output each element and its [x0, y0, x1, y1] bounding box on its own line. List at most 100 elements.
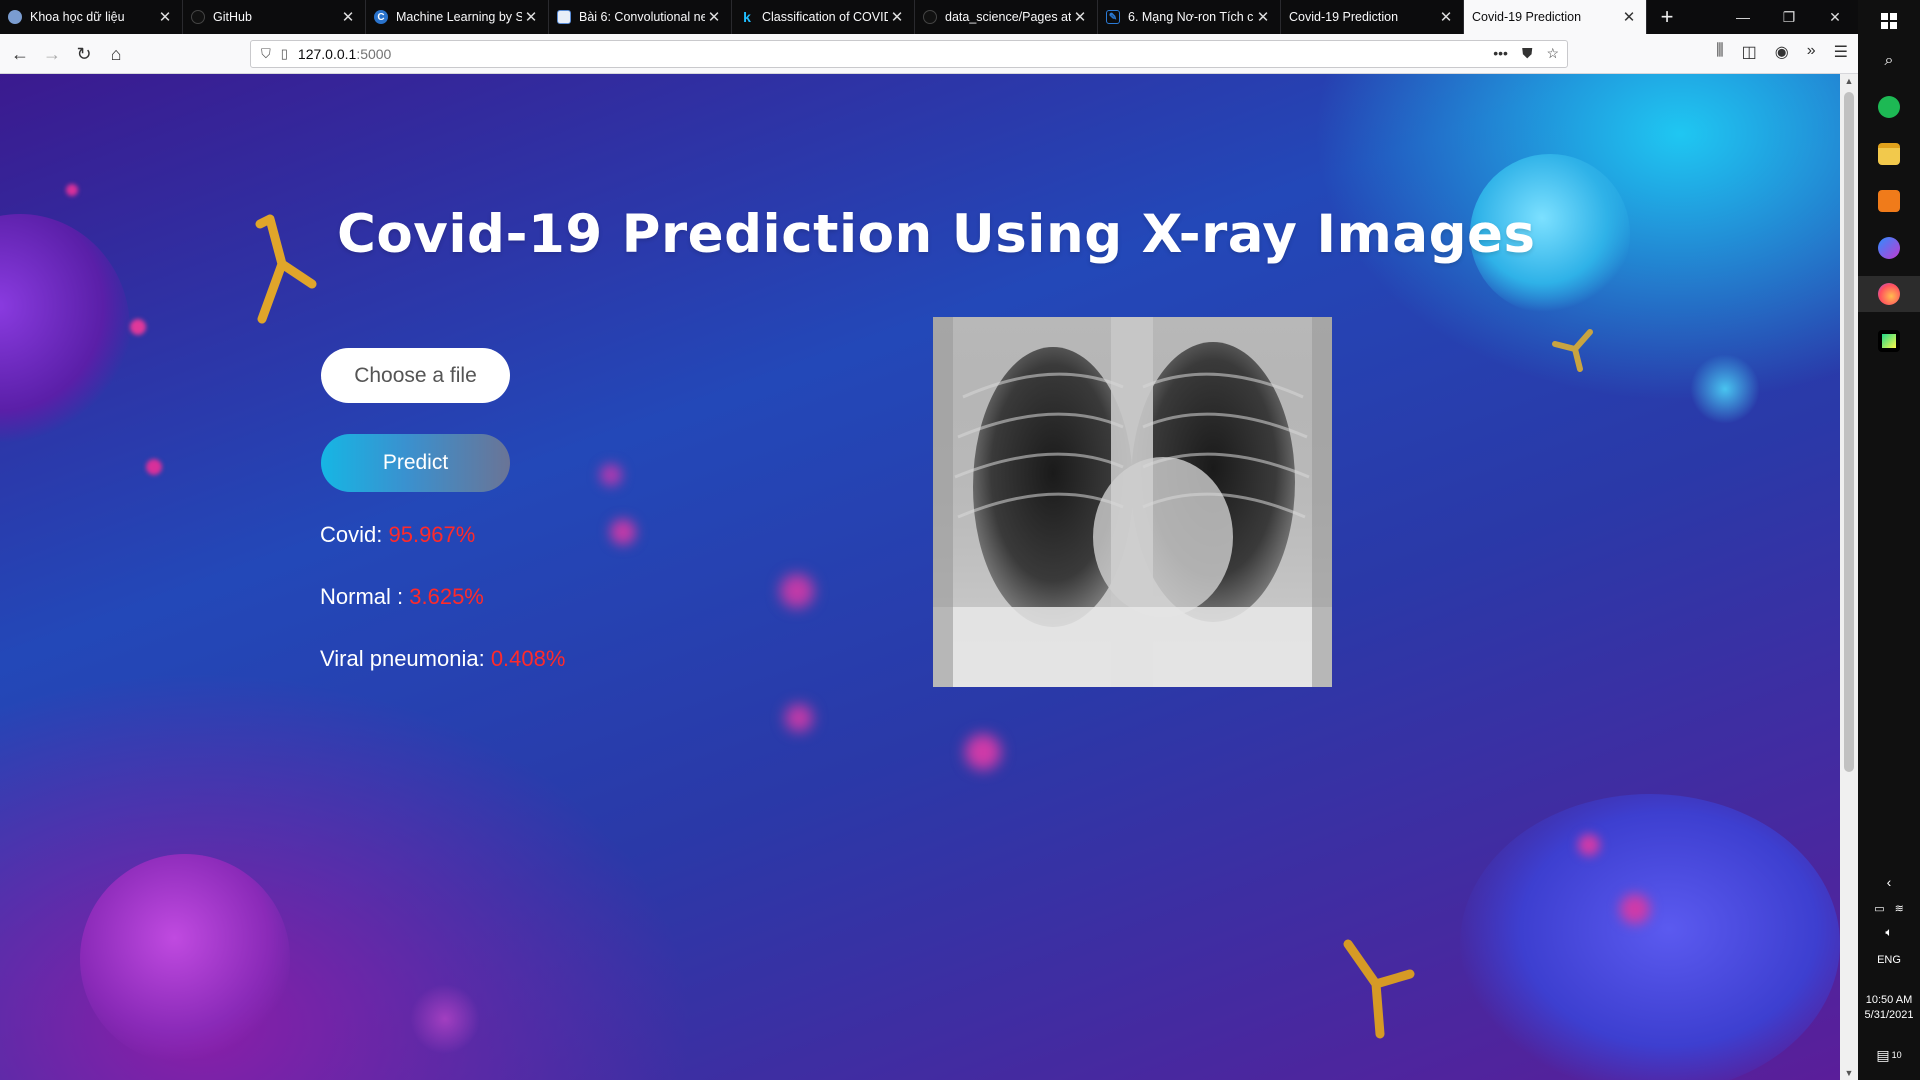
start-button[interactable]	[1858, 8, 1920, 34]
volume-button[interactable]: 🔈︎	[1858, 922, 1920, 942]
taskbar-firefox[interactable]	[1858, 276, 1920, 312]
close-icon[interactable]: ✕	[888, 8, 906, 26]
github-icon	[923, 10, 937, 24]
result-label: Covid:	[320, 522, 389, 547]
choose-file-button[interactable]: Choose a file	[321, 348, 510, 403]
tab-title: data_science/Pages at	[945, 10, 1071, 24]
particle	[130, 319, 146, 335]
close-icon[interactable]: ✕	[1071, 8, 1089, 26]
particle	[785, 704, 813, 732]
pocket-icon[interactable]: ⛊	[1522, 45, 1533, 62]
close-icon[interactable]: ✕	[339, 8, 357, 26]
taskbar-pycharm[interactable]	[1858, 324, 1920, 358]
messenger-icon	[1878, 237, 1900, 259]
restore-button[interactable]: ❐	[1766, 0, 1812, 34]
show-hidden-icons-button[interactable]: ‹	[1858, 870, 1920, 894]
reload-button[interactable]: ↻	[70, 42, 98, 66]
address-bar-actions: ••• ⛊ ☆	[1493, 45, 1559, 62]
close-icon[interactable]: ✕	[156, 8, 174, 26]
predict-button[interactable]: Predict	[321, 434, 510, 492]
particle	[1620, 894, 1650, 924]
firefox-icon	[1878, 283, 1900, 305]
page-scrollbar[interactable]: ▲ ▼	[1840, 74, 1858, 1080]
notification-icon: ▤	[1876, 1046, 1890, 1063]
tab-covid-prediction-active[interactable]: Covid-19 Prediction ✕	[1464, 0, 1647, 34]
tab-title: Bài 6: Convolutional ne	[579, 10, 705, 24]
taskbar-spotify[interactable]	[1858, 92, 1920, 122]
clock-time: 10:50 AM	[1865, 994, 1913, 1006]
language-indicator[interactable]: ENG	[1858, 950, 1920, 970]
nav-bar: ← → ↻ ⌂ ⛉ ▯ 127.0.0.1 :5000 ••• ⛊ ☆ ⫼ ◫ …	[0, 34, 1858, 74]
tab-title: 6. Mạng Nơ-ron Tích c	[1128, 10, 1254, 24]
windows-taskbar: ⌕ ‹ ▭ ≋ 🔈︎ ENG 10:50 AM 5/31/2021 ▤ 10	[1858, 0, 1920, 1080]
new-tab-button[interactable]: +	[1647, 0, 1687, 34]
home-icon: ⌂	[110, 43, 122, 64]
tab-title: GitHub	[213, 10, 252, 24]
close-icon[interactable]: ✕	[1254, 8, 1272, 26]
document-icon	[557, 10, 571, 24]
tab-github[interactable]: GitHub ✕	[183, 0, 366, 34]
close-window-button[interactable]: ✕	[1812, 0, 1858, 34]
page-viewport: Covid-19 Prediction Using X-ray Images C…	[0, 74, 1840, 1080]
page-title: Covid-19 Prediction Using X-ray Images	[337, 204, 1536, 265]
particle	[66, 184, 78, 196]
sidebar-icon[interactable]: ◫	[1742, 42, 1757, 62]
tab-data-science[interactable]: data_science/Pages at ✕	[915, 0, 1098, 34]
language-text: ENG	[1877, 953, 1901, 966]
clock-date: 5/31/2021	[1864, 1009, 1914, 1021]
shield-icon[interactable]: ⛉	[261, 46, 271, 62]
menu-icon[interactable]: ☰	[1834, 42, 1848, 62]
windows-logo-icon	[1881, 13, 1897, 29]
antibody-illustration	[1343, 939, 1415, 1039]
overflow-chevron-icon[interactable]: »	[1807, 42, 1816, 62]
minimize-button[interactable]: —	[1720, 0, 1766, 34]
scroll-down-icon[interactable]: ▼	[1840, 1068, 1858, 1078]
close-icon[interactable]: ✕	[705, 8, 723, 26]
tab-covid-prediction-1[interactable]: Covid-19 Prediction ✕	[1281, 0, 1464, 34]
github-icon	[191, 10, 205, 24]
taskbar-app-orange[interactable]	[1858, 186, 1920, 216]
close-icon[interactable]: ✕	[1437, 8, 1455, 26]
tab-khoa-hoc[interactable]: Khoa học dữ liệu ✕	[0, 0, 183, 34]
result-value: 3.625%	[409, 584, 484, 609]
close-icon[interactable]: ✕	[522, 8, 540, 26]
tab-bai-6[interactable]: Bài 6: Convolutional ne ✕	[549, 0, 732, 34]
result-covid: Covid: 95.967%	[320, 522, 475, 548]
battery-icon: ▭	[1874, 902, 1885, 915]
spotify-icon	[1878, 96, 1900, 118]
tab-classification-covid[interactable]: k Classification of COVID ✕	[732, 0, 915, 34]
tab-machine-learning[interactable]: C Machine Learning by S ✕	[366, 0, 549, 34]
scroll-up-icon[interactable]: ▲	[1840, 76, 1858, 86]
chest-xray-illustration	[933, 317, 1332, 687]
particle	[600, 464, 622, 486]
taskbar-messenger[interactable]	[1858, 233, 1920, 263]
kaggle-k-icon: k	[743, 9, 751, 25]
result-normal: Normal : 3.625%	[320, 584, 484, 610]
address-bar[interactable]: ⛉ ▯ 127.0.0.1 :5000 ••• ⛊ ☆	[250, 40, 1568, 68]
tab-mang-no-ron[interactable]: ✎ 6. Mạng Nơ-ron Tích c ✕	[1098, 0, 1281, 34]
notification-count: 10	[1891, 1050, 1902, 1060]
back-arrow-icon: ←	[11, 43, 29, 64]
back-button[interactable]: ←	[6, 42, 34, 66]
scrollbar-thumb[interactable]	[1844, 92, 1854, 772]
library-icon[interactable]: ⫼	[1716, 42, 1723, 62]
wifi-icon: ≋	[1894, 902, 1904, 915]
chevron-left-icon: ‹	[1886, 874, 1892, 890]
tray-battery-network[interactable]: ▭ ≋	[1858, 898, 1920, 918]
antibody-illustration	[255, 214, 317, 324]
particle	[780, 574, 814, 608]
more-actions-icon[interactable]: •••	[1493, 45, 1508, 62]
clock[interactable]: 10:50 AM 5/31/2021	[1858, 990, 1920, 1026]
particle	[1578, 834, 1600, 856]
virus-illustration	[410, 984, 480, 1054]
account-icon[interactable]: ◉	[1775, 42, 1789, 62]
action-center-button[interactable]: ▤ 10	[1858, 1040, 1920, 1070]
bookmark-star-icon[interactable]: ☆	[1546, 45, 1559, 62]
forward-button[interactable]: →	[38, 42, 66, 66]
search-button[interactable]: ⌕	[1858, 48, 1920, 74]
url-host: 127.0.0.1	[297, 46, 357, 62]
tab-title: Covid-19 Prediction	[1289, 10, 1399, 24]
close-icon[interactable]: ✕	[1620, 8, 1638, 26]
home-button[interactable]: ⌂	[102, 42, 130, 66]
taskbar-file-explorer[interactable]	[1858, 139, 1920, 169]
